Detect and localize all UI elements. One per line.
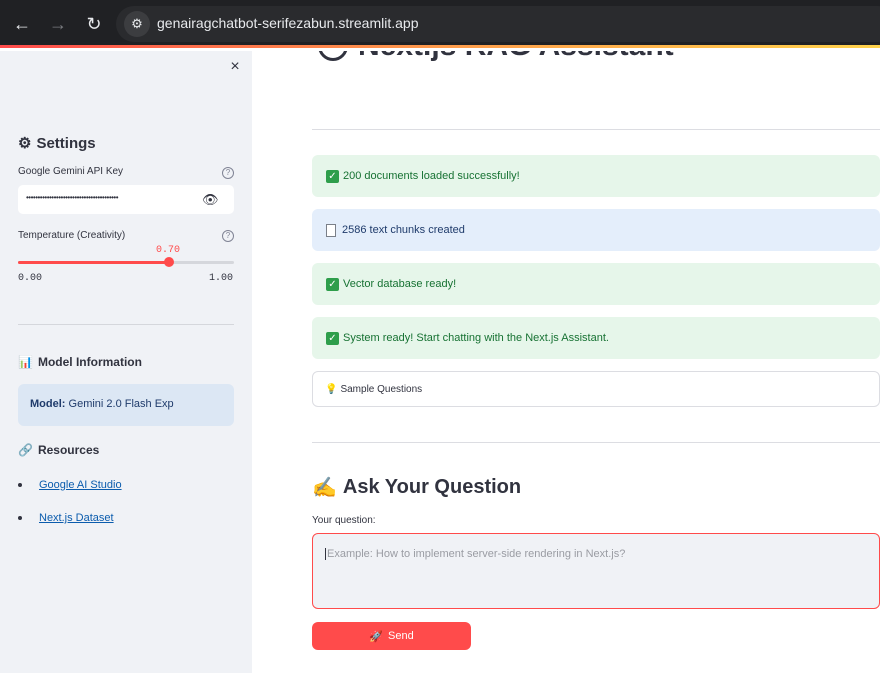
model-info-box: Model: Gemini 2.0 Flash Exp — [18, 384, 234, 426]
alert-text: 2586 text chunks created — [342, 224, 465, 236]
alert-text: 200 documents loaded successfully! — [343, 170, 520, 182]
model-info-heading: 📊 Model Information — [18, 355, 142, 369]
model-label: Model: — [30, 398, 66, 410]
sidebar-divider — [18, 324, 234, 325]
ask-question-heading: ✍ Ask Your Question — [312, 475, 521, 500]
alert-vector-db-ready: ✓ Vector database ready! — [312, 263, 880, 305]
divider — [312, 442, 880, 443]
google-ai-studio-link[interactable]: Google AI Studio — [39, 479, 122, 491]
address-bar[interactable]: ⚙ genairagchatbot-serifezabun.streamlit.… — [116, 6, 880, 42]
alert-documents-loaded: ✓ 200 documents loaded successfully! — [312, 155, 880, 197]
url-text[interactable]: genairagchatbot-serifezabun.streamlit.ap… — [157, 15, 419, 31]
forward-icon[interactable]: → — [46, 12, 70, 36]
model-value: Gemini 2.0 Flash Exp — [68, 398, 174, 410]
alert-system-ready: ✓ System ready! Start chatting with the … — [312, 317, 880, 359]
api-key-value: •••••••••••••••••••••••••••••••••••••••• — [26, 193, 119, 202]
divider — [312, 129, 880, 130]
send-label: Send — [388, 630, 414, 642]
help-icon[interactable]: ? — [222, 167, 234, 179]
slider-thumb[interactable] — [164, 257, 174, 267]
eye-icon[interactable]: 👁 — [202, 192, 219, 208]
lightbulb-icon: 💡 — [325, 383, 338, 395]
resources-title: Resources — [37, 443, 100, 457]
list-item: Next.js Dataset — [18, 512, 114, 524]
question-placeholder: Example: How to implement server-side re… — [327, 548, 626, 560]
temperature-slider[interactable] — [18, 257, 234, 267]
sample-questions-label: Sample Questions — [340, 383, 423, 395]
rocket-icon: 🚀 — [369, 630, 383, 643]
model-info-title: Model Information — [37, 355, 142, 369]
api-key-input[interactable]: ••••••••••••••••••••••••••••••••••••••••… — [18, 185, 234, 214]
settings-title: Settings — [36, 134, 96, 152]
bullet-icon — [18, 483, 22, 487]
document-icon — [326, 223, 336, 237]
check-icon: ✓ — [326, 277, 339, 291]
check-icon: ✓ — [326, 331, 339, 345]
slider-max-label: 1.00 — [209, 273, 234, 284]
gear-icon: ⚙ — [18, 135, 32, 152]
temperature-label: Temperature (Creativity) — [18, 230, 126, 241]
writing-hand-icon: ✍ — [312, 477, 337, 499]
question-textarea[interactable]: Example: How to implement server-side re… — [312, 533, 880, 609]
alert-text: System ready! Start chatting with the Ne… — [343, 332, 609, 344]
close-sidebar-icon[interactable]: × — [226, 58, 244, 76]
loading-bar — [0, 45, 880, 48]
page-title-container: Next.js RAG Assistant — [310, 51, 880, 91]
sample-questions-expander[interactable]: 💡 Sample Questions — [312, 371, 880, 407]
title-icon — [318, 51, 348, 61]
settings-heading: ⚙ Settings — [18, 134, 96, 153]
slider-fill — [18, 261, 169, 264]
nextjs-dataset-link[interactable]: Next.js Dataset — [39, 512, 114, 524]
help-icon[interactable]: ? — [222, 230, 234, 242]
page-title: Next.js RAG Assistant — [358, 51, 674, 63]
bar-chart-icon: 📊 — [18, 355, 33, 369]
api-key-label: Google Gemini API Key — [18, 166, 124, 177]
text-caret — [325, 548, 326, 561]
send-button[interactable]: 🚀 Send — [312, 622, 471, 650]
browser-toolbar: ← → ↻ ⚙ genairagchatbot-serifezabun.stre… — [0, 0, 880, 48]
alert-chunks-created: 2586 text chunks created — [312, 209, 880, 251]
bullet-icon — [18, 516, 22, 520]
ask-question-title: Ask Your Question — [342, 476, 522, 498]
sidebar: × ⚙ Settings Google Gemini API Key ? •••… — [0, 51, 252, 673]
temperature-value: 0.70 — [156, 245, 181, 256]
link-icon: 🔗 — [18, 443, 33, 457]
alert-text: Vector database ready! — [343, 278, 457, 290]
check-icon: ✓ — [326, 169, 339, 183]
resources-heading: 🔗 Resources — [18, 443, 99, 457]
question-label: Your question: — [312, 515, 376, 526]
list-item: Google AI Studio — [18, 479, 122, 491]
reload-icon[interactable]: ↻ — [82, 12, 106, 36]
back-icon[interactable]: ← — [10, 12, 34, 36]
slider-min-label: 0.00 — [18, 273, 43, 284]
site-info-icon[interactable]: ⚙ — [124, 11, 150, 37]
